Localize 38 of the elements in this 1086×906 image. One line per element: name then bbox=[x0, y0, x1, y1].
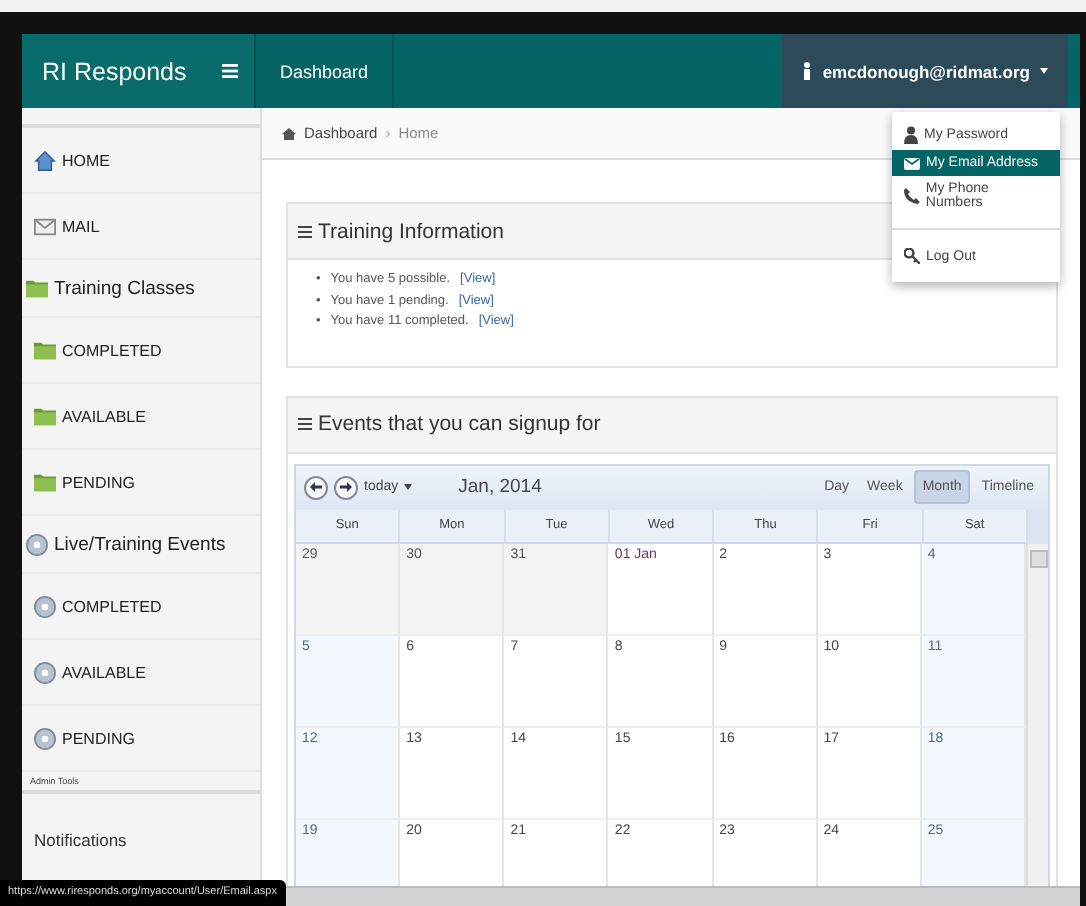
right-arrow-icon bbox=[340, 482, 352, 492]
folder-icon bbox=[26, 278, 48, 298]
home-icon bbox=[282, 127, 296, 139]
user-menu-button[interactable]: emcdonough@ridmat.org bbox=[782, 34, 1068, 108]
envelope-icon bbox=[34, 217, 56, 235]
sidebar-item[interactable]: COMPLETED bbox=[22, 318, 260, 384]
caret-icon bbox=[1040, 68, 1048, 74]
sidebar-item[interactable]: AVAILABLE bbox=[22, 640, 260, 706]
folder-icon bbox=[34, 472, 56, 492]
disc-icon bbox=[34, 661, 56, 683]
sidebar-item[interactable]: AVAILABLE bbox=[22, 384, 260, 450]
menu-icon[interactable] bbox=[222, 64, 238, 78]
calendar-title: Jan, 2014 bbox=[458, 476, 542, 498]
folder-icon bbox=[34, 406, 56, 426]
sidebar-item[interactable]: PENDING bbox=[22, 706, 260, 772]
sidebar-item[interactable]: Live/Training Events bbox=[22, 516, 260, 574]
sidebar-item[interactable]: HOME bbox=[22, 128, 260, 194]
home-icon bbox=[34, 149, 56, 171]
key-icon bbox=[904, 248, 920, 264]
disc-icon bbox=[34, 595, 56, 617]
left-arrow-icon bbox=[310, 482, 322, 492]
envelope-icon bbox=[904, 156, 920, 170]
previous-button[interactable] bbox=[304, 475, 328, 499]
sidebar-item[interactable]: Notifications bbox=[22, 814, 260, 866]
list-icon bbox=[298, 418, 312, 430]
caret-icon[interactable] bbox=[404, 484, 413, 490]
disc-icon bbox=[34, 727, 56, 749]
sidebar-item[interactable]: Training Classes bbox=[22, 260, 260, 318]
panel-title: Training Information bbox=[318, 219, 504, 243]
sidebar-item[interactable]: COMPLETED bbox=[22, 574, 260, 640]
sidebar-item[interactable]: PENDING bbox=[22, 450, 260, 516]
next-button[interactable] bbox=[334, 475, 358, 499]
panel-title: Events that you can signup for bbox=[318, 412, 601, 436]
sidebar-item[interactable]: MAIL bbox=[22, 194, 260, 260]
folder-icon bbox=[34, 340, 56, 360]
phone-icon bbox=[904, 188, 920, 204]
list-icon bbox=[298, 225, 312, 237]
vertical-scrollbar[interactable] bbox=[1026, 543, 1048, 886]
